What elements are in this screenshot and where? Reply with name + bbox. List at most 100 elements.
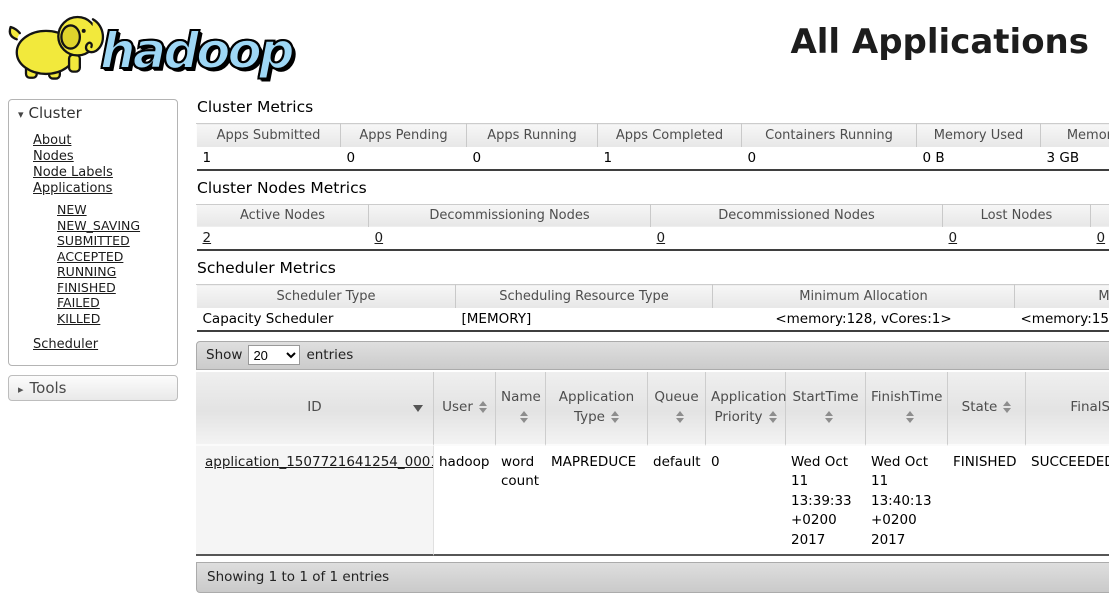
- active-nodes-link[interactable]: 2: [203, 230, 212, 246]
- cell-queue: default: [648, 446, 706, 557]
- sort-both-icon: [825, 411, 833, 423]
- sort-both-icon: [769, 411, 777, 423]
- decommissioning-nodes-link[interactable]: 0: [375, 230, 384, 246]
- header-user[interactable]: User: [434, 372, 496, 446]
- col-decommissioning-nodes: Decommissioning Nodes: [369, 204, 651, 227]
- header-finishtime[interactable]: FinishTime: [866, 372, 948, 446]
- col-decommissioned-nodes: Decommissioned Nodes: [651, 204, 943, 227]
- col-minimum-allocation: Minimum Allocation: [713, 285, 1015, 308]
- memory-used-value: 0 B: [917, 147, 1041, 170]
- triangle-down-icon: ▾: [18, 108, 24, 121]
- cluster-metrics-heading: Cluster Metrics: [197, 98, 1109, 116]
- header-finalstatus[interactable]: FinalStatus: [1026, 372, 1109, 446]
- sidebar-link-state-running[interactable]: RUNNING: [57, 264, 116, 279]
- maximum-allocation-value: <memory:1536, vCores:4>: [1015, 308, 1109, 331]
- header-name[interactable]: Name: [496, 372, 546, 446]
- tools-section-header[interactable]: ▸ Tools: [8, 375, 178, 401]
- page-size-select[interactable]: 20: [248, 345, 300, 365]
- cell-state: FINISHED: [948, 446, 1026, 557]
- application-state-links: NEW NEW_SAVING SUBMITTED ACCEPTED RUNNIN…: [9, 197, 177, 326]
- cluster-links: About Nodes Node Labels Applications: [9, 125, 177, 197]
- sort-both-icon: [676, 411, 684, 423]
- cluster-metrics-table: Apps Submitted Apps Pending Apps Running…: [196, 123, 1109, 171]
- col-scheduler-type: Scheduler Type: [197, 285, 456, 308]
- page-title: All Applications: [790, 22, 1089, 62]
- apps-completed-value: 1: [598, 147, 742, 170]
- col-maximum-allocation: Maximum Allocation: [1015, 285, 1109, 308]
- scheduler-metrics-table: Scheduler Type Scheduling Resource Type …: [196, 284, 1109, 332]
- memory-total-value: 3 GB: [1041, 147, 1109, 170]
- sidebar-link-nodes[interactable]: Nodes: [33, 149, 74, 164]
- col-scheduling-resource-type: Scheduling Resource Type: [456, 285, 713, 308]
- cluster-nav-box: ▾ Cluster About Nodes Node Labels Applica…: [8, 99, 178, 366]
- header-id[interactable]: ID: [196, 372, 434, 446]
- cluster-metrics-row: 1 0 0 1 0 0 B 3 GB: [197, 147, 1109, 170]
- header-queue[interactable]: Queue: [648, 372, 706, 446]
- cell-starttime: Wed Oct 11 13:39:33 +0200 2017: [786, 446, 866, 557]
- minimum-allocation-value: <memory:128, vCores:1>: [713, 308, 1015, 331]
- col-memory-used: Memory Used: [917, 124, 1041, 147]
- hadoop-logo: hadoop: [6, 4, 292, 90]
- main-content: Cluster Metrics Apps Submitted Apps Pend…: [196, 98, 1109, 593]
- header-application-priority[interactable]: Application Priority: [706, 372, 786, 446]
- col-unhealthy-nodes: Unhealthy Nodes: [1091, 204, 1109, 227]
- sidebar-link-state-failed[interactable]: FAILED: [57, 295, 100, 310]
- sort-both-icon: [1003, 401, 1011, 413]
- show-label: Show: [206, 347, 242, 363]
- cell-finalstatus: SUCCEEDED: [1026, 446, 1109, 557]
- sidebar-link-state-new-saving[interactable]: NEW_SAVING: [57, 218, 140, 233]
- sidebar-link-applications[interactable]: Applications: [33, 181, 112, 196]
- cluster-nodes-metrics-heading: Cluster Nodes Metrics: [197, 179, 1109, 197]
- sidebar-link-state-finished[interactable]: FINISHED: [57, 280, 116, 295]
- triangle-right-icon: ▸: [18, 383, 24, 396]
- sort-desc-icon: [413, 405, 423, 412]
- cell-name: word count: [496, 446, 546, 557]
- tools-section-label: Tools: [30, 379, 67, 397]
- col-active-nodes: Active Nodes: [197, 204, 369, 227]
- table-info-footer: Showing 1 to 1 of 1 entries: [196, 562, 1109, 593]
- cluster-nodes-metrics-row: 2 0 0 0 0: [197, 227, 1109, 250]
- cell-application-type: MAPREDUCE: [546, 446, 648, 557]
- apps-running-value: 0: [467, 147, 598, 170]
- sidebar-link-scheduler[interactable]: Scheduler: [33, 337, 98, 352]
- logo-wordmark: hadoop: [100, 14, 292, 80]
- applications-table: ID User Name Application Type Queue Appl…: [196, 372, 1109, 557]
- show-entries-bar: Show 20 entries: [196, 341, 1109, 370]
- sidebar-link-about[interactable]: About: [33, 133, 71, 148]
- decommissioned-nodes-link[interactable]: 0: [657, 230, 666, 246]
- cell-finishtime: Wed Oct 11 13:40:13 +0200 2017: [866, 446, 948, 557]
- col-containers-running: Containers Running: [742, 124, 917, 147]
- sort-both-icon: [520, 411, 528, 423]
- header-application-type[interactable]: Application Type: [546, 372, 648, 446]
- sidebar-link-state-submitted[interactable]: SUBMITTED: [57, 233, 130, 248]
- sidebar-link-state-new[interactable]: NEW: [57, 202, 87, 217]
- header-state[interactable]: State: [948, 372, 1026, 446]
- scheduler-metrics-heading: Scheduler Metrics: [197, 259, 1109, 277]
- cell-user: hadoop: [434, 446, 496, 557]
- cluster-section-header[interactable]: ▾ Cluster: [9, 100, 177, 125]
- hadoop-elephant-icon: [6, 4, 106, 90]
- containers-running-value: 0: [742, 147, 917, 170]
- unhealthy-nodes-link[interactable]: 0: [1097, 230, 1106, 246]
- lost-nodes-link[interactable]: 0: [949, 230, 958, 246]
- col-lost-nodes: Lost Nodes: [943, 204, 1091, 227]
- scheduler-metrics-row: Capacity Scheduler [MEMORY] <memory:128,…: [197, 308, 1109, 331]
- col-apps-pending: Apps Pending: [341, 124, 467, 147]
- col-apps-running: Apps Running: [467, 124, 598, 147]
- header-starttime[interactable]: StartTime: [786, 372, 866, 446]
- apps-pending-value: 0: [341, 147, 467, 170]
- sidebar: ▾ Cluster About Nodes Node Labels Applica…: [8, 99, 178, 401]
- cluster-section-label: Cluster: [29, 104, 82, 122]
- sort-both-icon: [479, 401, 487, 413]
- application-id-link[interactable]: application_1507721641254_0001: [205, 454, 434, 470]
- sort-both-icon: [611, 411, 619, 423]
- cluster-nodes-metrics-table: Active Nodes Decommissioning Nodes Decom…: [196, 204, 1109, 252]
- sidebar-link-node-labels[interactable]: Node Labels: [33, 165, 113, 180]
- sidebar-link-state-killed[interactable]: KILLED: [57, 311, 100, 326]
- sort-both-icon: [906, 411, 914, 423]
- sidebar-link-state-accepted[interactable]: ACCEPTED: [57, 249, 123, 264]
- scheduler-type-value: Capacity Scheduler: [197, 308, 456, 331]
- col-apps-completed: Apps Completed: [598, 124, 742, 147]
- cell-application-priority: 0: [706, 446, 786, 557]
- apps-submitted-value: 1: [197, 147, 341, 170]
